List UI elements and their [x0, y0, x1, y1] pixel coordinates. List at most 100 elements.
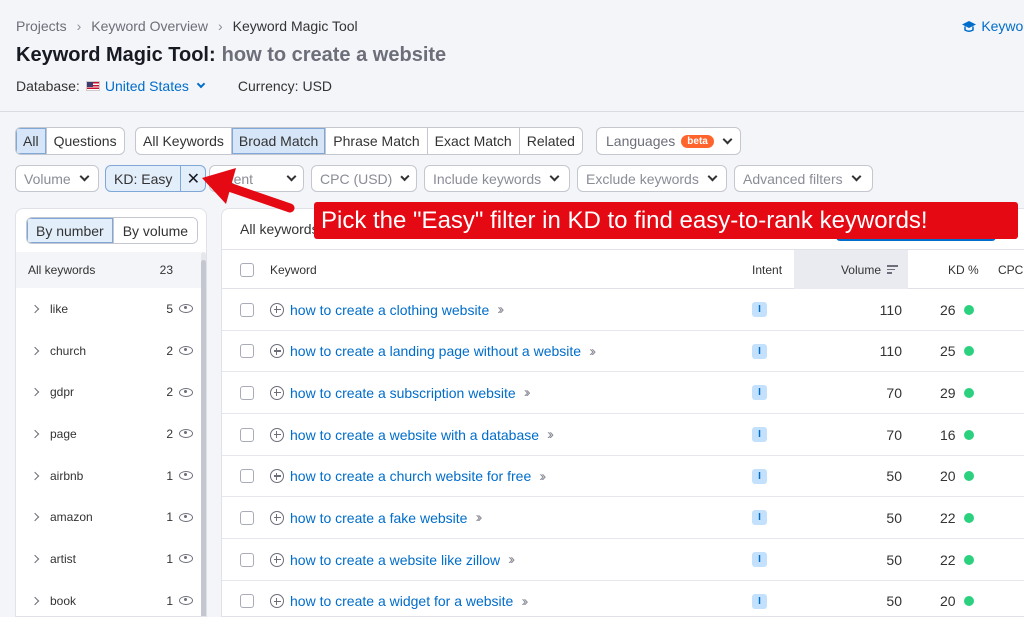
chevron-right-icon[interactable] [30, 304, 40, 314]
row-checkbox[interactable] [240, 414, 254, 455]
by-volume-toggle[interactable]: By volume [112, 218, 198, 243]
keyword-text[interactable]: how to create a subscription website [290, 385, 516, 401]
double-chevron-right-icon[interactable]: ›› [524, 384, 531, 401]
chevron-down-icon [79, 171, 90, 182]
keyword-link[interactable]: how to create a clothing website ›› [270, 301, 504, 318]
col-keyword[interactable]: Keyword [270, 250, 317, 289]
double-chevron-right-icon[interactable]: ›› [475, 509, 482, 526]
chevron-right-icon[interactable] [30, 429, 40, 439]
keyword-text[interactable]: how to create a fake website [290, 510, 467, 526]
keyword-link[interactable]: how to create a website with a database ›… [270, 426, 554, 443]
tab-all[interactable]: All [16, 128, 47, 154]
add-circle-icon[interactable] [270, 510, 284, 525]
add-circle-icon[interactable] [270, 427, 284, 442]
database-selector[interactable]: United States [85, 78, 206, 94]
tab-all-keywords[interactable]: All Keywords [136, 128, 232, 154]
advanced-filters[interactable]: Advanced filters [734, 165, 873, 192]
keyword-link[interactable]: how to create a church website for free ›… [270, 468, 546, 485]
chevron-right-icon[interactable] [30, 346, 40, 355]
list-item[interactable]: church 2 [16, 330, 201, 372]
row-checkbox[interactable] [240, 456, 254, 497]
volume-filter[interactable]: Volume [15, 165, 99, 192]
row-checkbox[interactable] [240, 331, 254, 372]
keyword-text[interactable]: how to create a landing page without a w… [290, 343, 581, 359]
chevron-right-icon[interactable] [30, 554, 40, 564]
list-item[interactable]: book 1 [16, 580, 201, 616]
add-circle-icon[interactable] [270, 469, 284, 484]
groups-scrollbar[interactable] [201, 252, 206, 616]
eye-icon[interactable] [179, 554, 193, 564]
chevron-right-icon[interactable] [30, 513, 40, 522]
chevron-right-icon[interactable] [30, 596, 40, 605]
include-keywords-filter[interactable]: Include keywords [424, 165, 570, 192]
double-chevron-right-icon[interactable]: ›› [589, 343, 596, 360]
keyword-text[interactable]: how to create a widget for a website [290, 593, 513, 609]
list-item[interactable]: gdpr 2 [16, 371, 201, 413]
col-cpc[interactable]: CPC [998, 250, 1023, 289]
add-circle-icon[interactable] [270, 594, 284, 609]
table-row: how to create a clothing website ›› I 110… [222, 289, 1024, 331]
kd-filter-chip[interactable]: KD: Easy ✕ [105, 165, 207, 192]
row-checkbox[interactable] [240, 539, 254, 580]
double-chevron-right-icon[interactable]: ›› [547, 426, 554, 443]
tab-broad-match[interactable]: Broad Match [231, 128, 327, 154]
annotation-callout: Pick the "Easy" filter in KD to find eas… [314, 202, 1018, 239]
add-circle-icon[interactable] [270, 302, 284, 317]
double-chevron-right-icon[interactable]: ›› [497, 301, 504, 318]
keyword-text[interactable]: how to create a church website for free [290, 468, 531, 484]
tab-questions[interactable]: Questions [47, 128, 124, 154]
col-kd[interactable]: KD % [948, 250, 979, 289]
breadcrumb-projects[interactable]: Projects [16, 18, 67, 34]
seed-query: how to create a website [221, 44, 447, 66]
row-checkbox[interactable] [240, 497, 254, 538]
breadcrumb-keyword-overview[interactable]: Keyword Overview [91, 18, 208, 34]
eye-icon[interactable] [179, 387, 193, 397]
cpc-filter[interactable]: CPC (USD) [311, 165, 417, 192]
exclude-keywords-filter[interactable]: Exclude keywords [577, 165, 727, 192]
keyword-link[interactable]: how to create a subscription website ›› [270, 384, 531, 401]
double-chevron-right-icon[interactable]: ›› [508, 551, 515, 568]
keyword-text[interactable]: how to create a website with a database [290, 427, 539, 443]
double-chevron-right-icon[interactable]: ›› [521, 593, 528, 610]
col-volume[interactable]: Volume [794, 250, 908, 289]
help-link[interactable]: Keywor [961, 18, 1024, 34]
row-checkbox[interactable] [240, 372, 254, 413]
chevron-right-icon[interactable] [30, 471, 40, 480]
tab-exact-match[interactable]: Exact Match [428, 128, 520, 154]
tab-phrase-match[interactable]: Phrase Match [326, 128, 428, 154]
tab-related[interactable]: Related [520, 128, 582, 154]
select-all-checkbox[interactable] [240, 250, 254, 289]
double-chevron-right-icon[interactable]: ›› [539, 468, 546, 485]
col-intent[interactable]: Intent [752, 250, 782, 289]
list-item[interactable]: artist 1 [16, 538, 201, 580]
keyword-link[interactable]: how to create a fake website ›› [270, 509, 482, 526]
keyword-text[interactable]: how to create a website like zillow [290, 552, 500, 568]
list-item[interactable]: amazon 1 [16, 496, 201, 538]
eye-icon[interactable] [179, 512, 193, 522]
keyword-link[interactable]: how to create a landing page without a w… [270, 343, 596, 360]
keyword-text[interactable]: how to create a clothing website [290, 302, 489, 318]
row-checkbox[interactable] [240, 289, 254, 330]
eye-icon[interactable] [179, 429, 193, 439]
all-keywords-group[interactable]: All keywords 23 [16, 252, 201, 288]
chevron-right-icon[interactable] [30, 387, 40, 397]
list-item[interactable]: airbnb 1 [16, 455, 201, 497]
eye-icon[interactable] [179, 471, 193, 481]
add-circle-icon[interactable] [270, 344, 284, 359]
eye-icon[interactable] [179, 346, 193, 356]
eye-icon[interactable] [179, 304, 193, 314]
by-number-toggle[interactable]: By number [27, 218, 113, 243]
languages-dropdown[interactable]: Languages beta [596, 127, 741, 155]
keyword-link[interactable]: how to create a website like zillow ›› [270, 551, 515, 568]
beta-badge: beta [681, 134, 714, 148]
list-item[interactable]: like 5 [16, 288, 201, 330]
eye-icon[interactable] [179, 596, 193, 606]
keyword-link[interactable]: how to create a widget for a website ›› [270, 593, 528, 610]
scrollbar-thumb[interactable] [201, 260, 206, 616]
kd-easy-dot-icon [963, 554, 974, 565]
kd-filter-label[interactable]: KD: Easy [106, 166, 182, 191]
add-circle-icon[interactable] [270, 385, 284, 400]
add-circle-icon[interactable] [270, 552, 284, 567]
row-checkbox[interactable] [240, 581, 254, 616]
list-item[interactable]: page 2 [16, 413, 201, 455]
